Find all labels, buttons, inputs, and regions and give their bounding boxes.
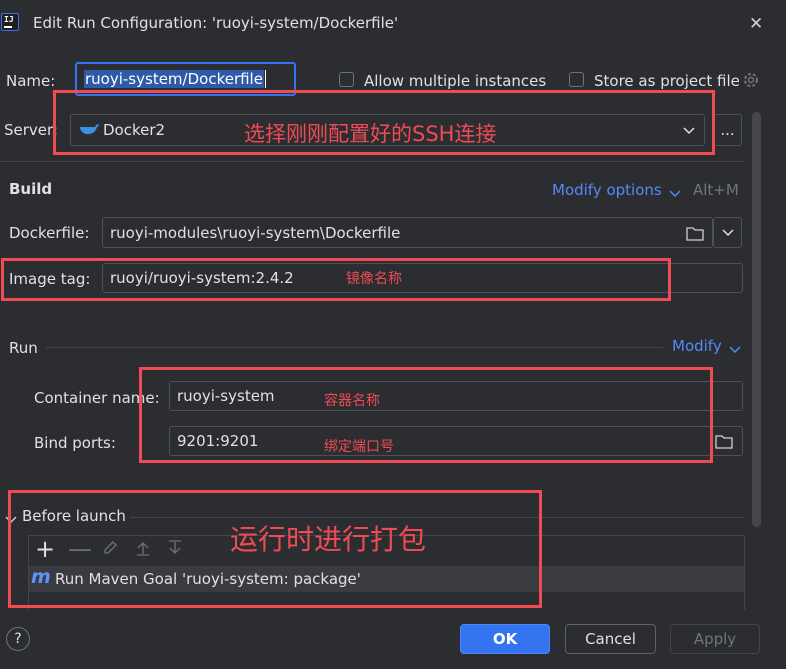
- store-project-checkbox[interactable]: [569, 72, 584, 87]
- modify-options-link[interactable]: Modify options: [552, 181, 662, 199]
- server-label: Server:: [4, 121, 58, 139]
- separator: [0, 161, 745, 162]
- dialog-title: Edit Run Configuration: 'ruoyi-system/Do…: [33, 14, 399, 32]
- chevron-down-icon[interactable]: [669, 185, 681, 198]
- dockerfile-dropdown-button[interactable]: [713, 217, 742, 248]
- folder-icon[interactable]: [686, 225, 704, 241]
- dockerfile-label: Dockerfile:: [9, 224, 90, 242]
- bind-ports-label: Bind ports:: [34, 434, 116, 452]
- cancel-button[interactable]: Cancel: [565, 624, 656, 654]
- annotation-box: [139, 367, 713, 463]
- scrollbar-thumb[interactable]: [752, 112, 761, 527]
- folder-icon[interactable]: [715, 433, 733, 449]
- build-heading: Build: [9, 180, 53, 198]
- app-icon: IJ: [1, 13, 19, 31]
- dockerfile-value: ruoyi-modules\ruoyi-system\Dockerfile: [110, 223, 401, 242]
- separator: [46, 347, 663, 348]
- annotation-container-note: 容器名称: [324, 393, 380, 409]
- store-project-label[interactable]: Store as project file: [594, 72, 740, 90]
- help-button[interactable]: ?: [6, 627, 30, 651]
- shortcut-hint: Alt+M: [693, 181, 739, 199]
- annotation-launch-note: 运行时进行打包: [230, 523, 427, 556]
- run-heading: Run: [9, 339, 38, 357]
- annotation-box: [1, 258, 671, 301]
- allow-multiple-checkbox[interactable]: [339, 72, 354, 87]
- name-label: Name:: [6, 72, 56, 90]
- dockerfile-input[interactable]: ruoyi-modules\ruoyi-system\Dockerfile: [102, 217, 713, 248]
- annotation-ports-note: 绑定端口号: [324, 439, 394, 455]
- close-icon[interactable]: ✕: [749, 14, 763, 34]
- server-more-button[interactable]: ...: [713, 114, 742, 146]
- apply-button[interactable]: Apply: [670, 624, 760, 654]
- annotation-server-note: 选择刚刚配置好的SSH连接: [244, 122, 497, 146]
- allow-multiple-label[interactable]: Allow multiple instances: [364, 72, 546, 90]
- chevron-down-icon[interactable]: [729, 341, 741, 354]
- ok-button[interactable]: OK: [460, 624, 550, 654]
- name-value: ruoyi-system/Dockerfile: [84, 70, 264, 88]
- modify-link[interactable]: Modify: [672, 337, 722, 355]
- chevron-down-icon: [721, 228, 734, 236]
- annotation-image-note: 镜像名称: [346, 271, 402, 287]
- gear-icon[interactable]: [741, 70, 761, 90]
- text-caret: [264, 70, 266, 88]
